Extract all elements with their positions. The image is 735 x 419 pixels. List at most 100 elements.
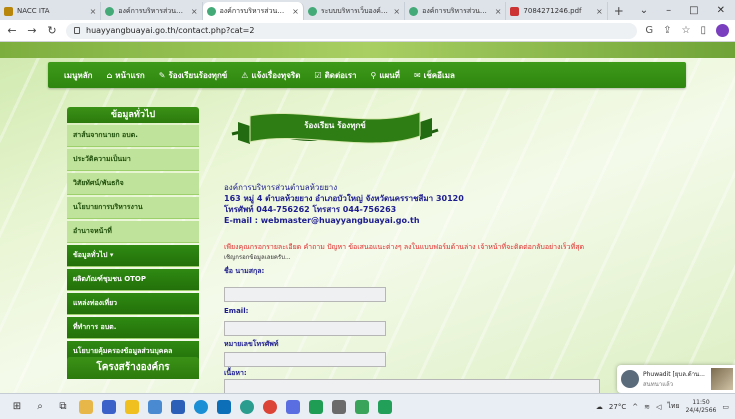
app-icon[interactable] xyxy=(240,399,254,414)
forward-arrow-icon[interactable]: → xyxy=(26,24,38,37)
photo-icon[interactable] xyxy=(355,399,369,414)
email-field[interactable] xyxy=(224,321,386,336)
calendar-icon[interactable] xyxy=(148,399,162,414)
tab-close-icon[interactable]: × xyxy=(191,7,198,16)
clock[interactable]: 11:50 24/4/2566 xyxy=(686,399,717,415)
mail-icon: ✉ xyxy=(413,70,421,80)
browser-tab[interactable]: NACC ITA × xyxy=(0,2,102,20)
back-arrow-icon[interactable]: ← xyxy=(6,24,18,37)
menu-label: แจ้งเรื่องทุจริต xyxy=(251,70,301,80)
close-window-icon[interactable]: ✕ xyxy=(717,5,725,16)
chat-status: สนทนาแล้ว xyxy=(643,381,674,388)
menu-item-main[interactable]: เมนูหลัก xyxy=(64,69,93,82)
browser-tab[interactable]: 7084271246.pdf × xyxy=(506,2,608,20)
chevron-up-icon[interactable]: ^ xyxy=(632,403,638,411)
maximize-icon[interactable]: □ xyxy=(689,5,698,16)
windows-start-icon[interactable]: ⊞ xyxy=(10,401,24,412)
tab-close-icon[interactable]: × xyxy=(495,7,502,16)
building-icon: ⚠ xyxy=(241,70,249,80)
url-text: huayyangbuayai.go.th/contact.php?cat=2 xyxy=(86,26,255,35)
sidebar-item-dropdown[interactable]: ข้อมูลทั่วไป ▾ xyxy=(67,245,199,267)
notification-icon[interactable]: ▭ xyxy=(722,403,729,411)
sidebar: ข้อมูลทั่วไป สาส์นจากนายก อบต. ประวัติคว… xyxy=(67,107,199,363)
app-icon[interactable] xyxy=(332,399,346,414)
name-field[interactable] xyxy=(224,287,386,302)
tab-close-icon[interactable]: × xyxy=(90,7,97,16)
sidebar-item[interactable]: วิสัยทัศน์/พันธกิจ xyxy=(67,173,199,195)
org-name: องค์การบริหารส่วนตำบลห้วยยาง xyxy=(224,183,338,192)
chrome-icon[interactable] xyxy=(263,399,277,414)
search-icon[interactable]: ⌕ xyxy=(33,401,47,412)
message-field[interactable] xyxy=(224,379,600,393)
tab-title: องค์การบริหารส่วนตำบล xyxy=(118,6,187,15)
time: 11:50 xyxy=(692,398,710,406)
new-tab-button[interactable]: + xyxy=(608,4,630,20)
bookmark-star-icon[interactable]: ☆ xyxy=(682,25,691,36)
header-decoration xyxy=(0,42,735,58)
file-explorer-icon[interactable] xyxy=(79,399,93,414)
wifi-icon[interactable]: ≋ xyxy=(644,403,650,411)
sidebar-item[interactable]: ประวัติความเป็นมา xyxy=(67,149,199,171)
system-tray: ☁ 27°C ^ ≋ ◁ ไทย 11:50 24/4/2566 ▭ xyxy=(596,399,735,415)
tab-title: ระบบบริหารเว็บองค์การบ xyxy=(320,6,390,15)
browser-tab[interactable]: ระบบบริหารเว็บองค์การบ × xyxy=(304,2,406,20)
avatar xyxy=(621,370,639,388)
line-icon[interactable] xyxy=(309,399,323,414)
lock-icon[interactable] xyxy=(74,27,80,34)
chat-notification[interactable]: Phuwadit [ยุบล.ด้าน... สนทนาแล้ว xyxy=(617,365,735,393)
sidebar-item[interactable]: ผลิตภัณฑ์ชุมชน OTOP xyxy=(67,269,199,291)
menu-item-corruption[interactable]: ⚠ แจ้งเรื่องทุจริต xyxy=(241,69,300,82)
phone-field[interactable] xyxy=(224,352,386,367)
window-controls: ⌄ – □ ✕ xyxy=(630,5,735,20)
banner-label: ร้องเรียน ร้องทุกข์ xyxy=(304,121,366,130)
browser-tab-active[interactable]: องค์การบริหารส่วนตำบล × xyxy=(202,2,304,20)
tab-title: NACC ITA xyxy=(17,7,50,15)
menu-item-email[interactable]: ✉ เช็คอีเมล xyxy=(414,69,455,82)
app-icon[interactable] xyxy=(102,399,116,414)
word-icon[interactable] xyxy=(171,399,185,414)
site-favicon-icon xyxy=(206,6,216,16)
menu-item-map[interactable]: ⚲ แผนที่ xyxy=(370,69,399,82)
tab-title: 7084271246.pdf xyxy=(523,7,582,15)
site-favicon-icon xyxy=(409,6,419,16)
chat-text: Phuwadit [ยุบล.ด้าน... สนทนาแล้ว xyxy=(643,369,705,389)
minimize-icon[interactable]: – xyxy=(666,5,671,16)
map-pin-icon: ⚲ xyxy=(370,70,377,80)
phone-label: หมายเลขโทรศัพท์ xyxy=(224,340,279,348)
sidebar-item[interactable]: ที่ทำการ อบต. xyxy=(67,317,199,339)
share-icon[interactable]: ⇪ xyxy=(663,25,671,36)
task-view-icon[interactable]: ⧉ xyxy=(56,401,70,412)
menu-label: ติดต่อเรา xyxy=(324,70,357,80)
google-icon[interactable]: G xyxy=(645,25,653,36)
volume-icon[interactable]: ◁ xyxy=(656,403,661,411)
mail-icon[interactable] xyxy=(217,399,231,414)
menu-item-contact[interactable]: ☑ ติดต่อเรา xyxy=(314,69,356,82)
profile-avatar[interactable] xyxy=(716,24,729,37)
menu-item-complaint[interactable]: ✎ ร้องเรียนร้องทุกข์ xyxy=(159,69,228,82)
sidebar-toggle-icon[interactable]: ▯ xyxy=(700,25,706,36)
language-indicator[interactable]: ไทย xyxy=(667,401,679,412)
sidebar-item[interactable]: นโยบายการบริหารงาน xyxy=(67,197,199,219)
menu-item-home[interactable]: ⌂ หน้าแรก xyxy=(107,69,145,82)
tab-close-icon[interactable]: × xyxy=(393,7,400,16)
address-bar[interactable]: huayyangbuayai.go.th/contact.php?cat=2 xyxy=(66,22,638,39)
web-page: เมนูหลัก ⌂ หน้าแรก ✎ ร้องเรียนร้องทุกข์ ⚠ แ… xyxy=(0,42,735,393)
tab-close-icon[interactable]: × xyxy=(292,7,299,16)
browser-tab[interactable]: องค์การบริหารส่วนตำบล × xyxy=(405,2,507,20)
app-icon[interactable] xyxy=(125,399,139,414)
ribbon-banner: ร้องเรียน ร้องทุกข์ xyxy=(230,100,440,154)
sidebar-item[interactable]: สาส์นจากนายก อบต. xyxy=(67,125,199,147)
browser-tab[interactable]: องค์การบริหารส่วนตำบล × xyxy=(101,2,203,20)
weather-icon[interactable]: ☁ xyxy=(596,403,603,411)
site-favicon-icon xyxy=(307,6,317,16)
tab-search-icon[interactable]: ⌄ xyxy=(640,5,648,16)
sidebar-item[interactable]: แหล่งท่องเที่ยว xyxy=(67,293,199,315)
temperature[interactable]: 27°C xyxy=(609,403,626,411)
reload-icon[interactable]: ↻ xyxy=(46,24,58,37)
edge-icon[interactable] xyxy=(194,399,208,414)
app-icon[interactable] xyxy=(378,399,392,414)
app-icon[interactable] xyxy=(286,399,300,414)
menu-label: เช็คอีเมล xyxy=(423,70,455,80)
tab-close-icon[interactable]: × xyxy=(596,7,603,16)
sidebar-item[interactable]: อำนาจหน้าที่ xyxy=(67,221,199,243)
